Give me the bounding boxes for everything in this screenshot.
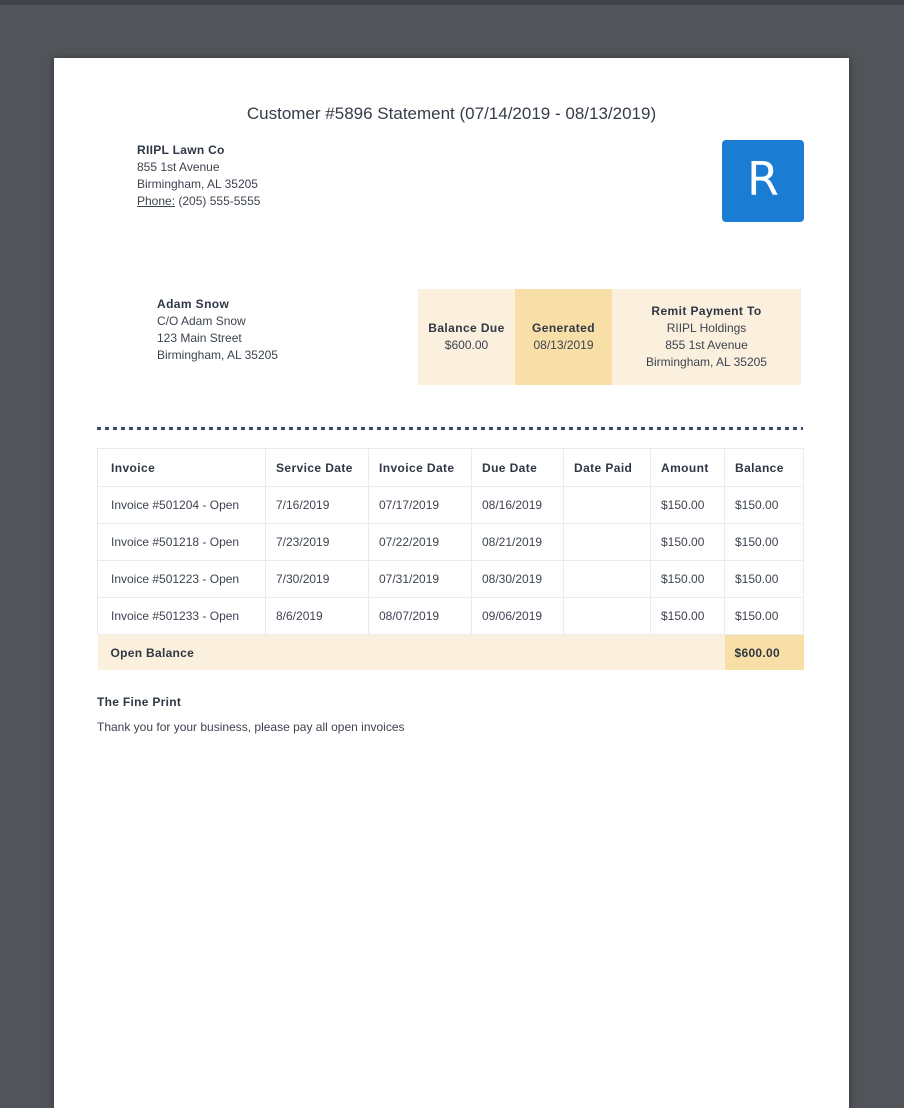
cell-service-date: 7/23/2019 (265, 523, 369, 561)
remit-payment-box: Remit Payment To RIIPL Holdings 855 1st … (612, 289, 801, 385)
table-row: Invoice #501223 - Open 7/30/2019 07/31/2… (97, 560, 804, 598)
cell-service-date: 8/6/2019 (265, 597, 369, 635)
customer-address-block: Adam Snow C/O Adam Snow 123 Main Street … (157, 296, 278, 364)
customer-address-line1: C/O Adam Snow (157, 314, 246, 328)
customer-address-line3: Birmingham, AL 35205 (157, 348, 278, 362)
cell-invoice-date: 07/17/2019 (368, 486, 472, 524)
balance-due-box: Balance Due $600.00 (418, 289, 515, 385)
open-balance-label: Open Balance (97, 634, 725, 670)
cell-date-paid (563, 523, 651, 561)
header-due-date: Due Date (471, 448, 564, 487)
customer-name: Adam Snow (157, 297, 230, 311)
header-service-date: Service Date (265, 448, 369, 487)
table-header-row: Invoice Service Date Invoice Date Due Da… (97, 448, 804, 487)
cell-amount: $150.00 (650, 560, 725, 598)
cell-date-paid (563, 486, 651, 524)
viewer-top-shadow (0, 0, 904, 5)
fine-print-heading: The Fine Print (97, 695, 182, 709)
cell-balance: $150.00 (724, 597, 804, 635)
cell-due-date: 08/16/2019 (471, 486, 564, 524)
remit-line2: 855 1st Avenue (665, 338, 748, 352)
generated-box: Generated 08/13/2019 (515, 289, 612, 385)
phone-value: (205) 555-5555 (175, 194, 261, 208)
customer-address-line2: 123 Main Street (157, 331, 242, 345)
company-address-block: RIIPL Lawn Co 855 1st Avenue Birmingham,… (137, 142, 260, 210)
invoice-table: Invoice Service Date Invoice Date Due Da… (97, 448, 804, 670)
open-balance-row: Open Balance $600.00 (97, 634, 804, 670)
company-address-line2: Birmingham, AL 35205 (137, 177, 258, 191)
cell-invoice-date: 08/07/2019 (368, 597, 472, 635)
cell-due-date: 09/06/2019 (471, 597, 564, 635)
page-title: Customer #5896 Statement (07/14/2019 - 0… (246, 104, 657, 123)
open-balance-value: $600.00 (724, 634, 804, 670)
cell-invoice-date: 07/22/2019 (368, 523, 472, 561)
statement-page: Customer #5896 Statement (07/14/2019 - 0… (54, 58, 849, 1108)
cell-invoice: Invoice #501223 - Open (97, 560, 266, 598)
cell-date-paid (563, 597, 651, 635)
header-amount: Amount (650, 448, 725, 487)
cell-service-date: 7/16/2019 (265, 486, 369, 524)
cell-balance: $150.00 (724, 486, 804, 524)
remit-line3: Birmingham, AL 35205 (646, 355, 767, 369)
cell-due-date: 08/21/2019 (471, 523, 564, 561)
cell-service-date: 7/30/2019 (265, 560, 369, 598)
company-address-line1: 855 1st Avenue (137, 160, 220, 174)
generated-value: 08/13/2019 (533, 338, 594, 352)
cell-balance: $150.00 (724, 523, 804, 561)
dotted-divider (97, 427, 803, 430)
payment-summary: Balance Due $600.00 Generated 08/13/2019… (418, 289, 801, 385)
cell-amount: $150.00 (650, 523, 725, 561)
table-row: Invoice #501233 - Open 8/6/2019 08/07/20… (97, 597, 804, 635)
cell-amount: $150.00 (650, 597, 725, 635)
balance-due-label: Balance Due (428, 321, 505, 335)
fine-print-text: Thank you for your business, please pay … (97, 720, 405, 734)
cell-amount: $150.00 (650, 486, 725, 524)
company-logo: R (722, 140, 804, 222)
cell-date-paid (563, 560, 651, 598)
company-name: RIIPL Lawn Co (137, 143, 225, 157)
header-date-paid: Date Paid (563, 448, 651, 487)
remit-label: Remit Payment To (651, 304, 762, 318)
header-invoice: Invoice (97, 448, 266, 487)
invoice-table-container: Invoice Service Date Invoice Date Due Da… (97, 448, 804, 670)
table-row: Invoice #501204 - Open 7/16/2019 07/17/2… (97, 486, 804, 524)
header-invoice-date: Invoice Date (368, 448, 472, 487)
table-row: Invoice #501218 - Open 7/23/2019 07/22/2… (97, 523, 804, 561)
header-balance: Balance (724, 448, 804, 487)
remit-line1: RIIPL Holdings (666, 321, 747, 335)
cell-due-date: 08/30/2019 (471, 560, 564, 598)
logo-letter-r: R (747, 152, 779, 206)
balance-due-value: $600.00 (444, 338, 489, 352)
cell-invoice: Invoice #501204 - Open (97, 486, 266, 524)
phone-label: Phone: (137, 194, 176, 208)
company-phone: Phone: (205) 555-5555 (137, 193, 260, 210)
generated-label: Generated (532, 321, 595, 335)
cell-invoice-date: 07/31/2019 (368, 560, 472, 598)
cell-balance: $150.00 (724, 560, 804, 598)
cell-invoice: Invoice #501218 - Open (97, 523, 266, 561)
cell-invoice: Invoice #501233 - Open (97, 597, 266, 635)
